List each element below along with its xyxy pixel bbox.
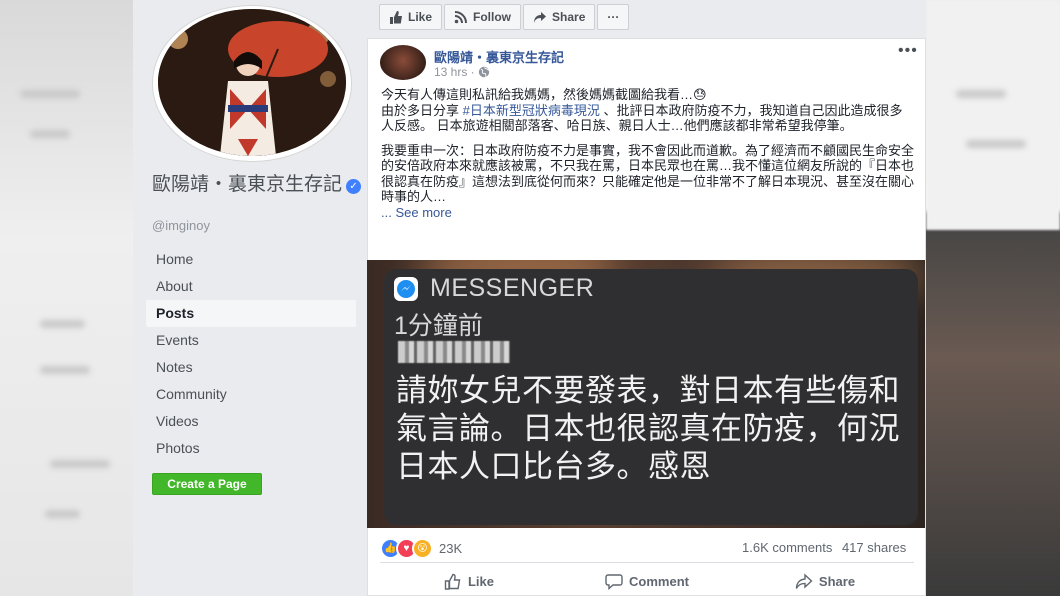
blurred-text [20,90,80,98]
background-right [926,0,1060,596]
nav-item-posts[interactable]: Posts [146,300,356,327]
post-options-icon[interactable]: ••• [898,42,918,60]
post-time-text: 13 hrs · [434,65,475,79]
nav-item-home[interactable]: Home [146,246,356,273]
see-more-link[interactable]: ... See more [381,205,914,221]
blurred-text [45,510,80,518]
post-author-avatar[interactable] [380,45,426,80]
more-options-icon: ··· [607,10,620,24]
rss-follow-icon [454,10,468,23]
notification-time: 1分鐘前 [394,312,483,340]
blurred-text [40,320,85,328]
globe-icon [478,66,490,78]
follow-button[interactable]: Follow [444,4,522,30]
nav-item-notes[interactable]: Notes [146,354,356,381]
profile-picture[interactable] [158,9,346,156]
like-button[interactable]: Like [380,567,558,596]
nav-item-videos[interactable]: Videos [146,408,356,435]
thumbs-up-icon [390,10,402,24]
blurred-text [30,130,70,138]
post-action-bar: Like Comment Share [380,567,914,596]
page-action-bar: Like Follow Share ··· [379,4,631,30]
blurred-sender-name [398,341,510,363]
post-timestamp[interactable]: 13 hrs · [434,65,490,79]
notification-message: 請妳女兒不要發表，對日本有些傷和氣言論。日本也很認真在防疫，何況日本人口比台多。… [396,373,900,484]
share-page-label: Share [552,10,586,24]
messenger-icon [394,277,418,301]
page-handle[interactable]: @imginoy [152,218,210,233]
comments-count-link[interactable]: 1.6K comments [742,540,832,555]
wow-reaction-icon: 😮 [412,538,433,559]
blurred-text [50,460,110,468]
post-stats: 1.6K comments 417 shares [736,540,906,555]
comment-label: Comment [629,574,689,589]
verified-badge-icon: ✓ [346,179,362,194]
share-button[interactable]: Share [736,567,914,596]
nav-item-community[interactable]: Community [146,381,356,408]
reaction-summary[interactable]: 👍 ♥ 😮 23K [380,538,462,559]
post-text-span: 由於多日分享 [381,102,463,118]
background-left [0,0,133,596]
divider [380,562,914,563]
thumbs-up-outline-icon [444,573,461,590]
shares-count-link[interactable]: 417 shares [842,540,906,555]
page-title: 歐陽靖・裏東京生存記 ✓ [152,173,362,196]
post-paragraph: 由於多日分享 #日本新型冠狀病毒現況 、批評日本政府防疫不力，我知道自己因此造成… [381,103,914,134]
like-label: Like [467,574,494,589]
comment-bubble-icon [605,574,623,590]
comment-button[interactable]: Comment [558,567,736,596]
hashtag-link[interactable]: #日本新型冠狀病毒現況 [463,103,600,118]
share-label: Share [818,574,856,589]
share-arrow-icon [534,11,547,23]
post-paragraph: 今天有人傳這則私訊給我媽媽，然後媽媽截圖給我看…😓 [381,87,707,102]
more-options-button[interactable]: ··· [597,4,630,30]
blurred-text [40,366,90,374]
page-title-text: 歐陽靖・裏東京生存記 [152,174,343,195]
nav-item-about[interactable]: About [146,273,356,300]
blurred-region [926,0,1060,230]
nav-item-photos[interactable]: Photos [146,435,356,462]
messenger-bolt-icon [401,285,411,291]
create-page-button[interactable]: Create a Page [152,473,262,495]
post-paragraph: 我要重申一次：日本政府防疫不力是事實，我不會因此而道歉。為了經濟而不顧國民生命安… [381,142,915,205]
nav-item-events[interactable]: Events [146,327,356,354]
blurred-text [956,90,1006,98]
profile-photo-illustration [158,9,346,156]
post-body: 今天有人傳這則私訊給我媽媽，然後媽媽截圖給我看…😓 由於多日分享 #日本新型冠狀… [381,87,914,220]
share-arrow-outline-icon [795,573,813,589]
page-nav: Home About Posts Events Notes Community … [146,246,356,462]
like-page-button[interactable]: Like [379,4,443,30]
follow-label: Follow [473,10,512,24]
like-page-label: Like [408,10,433,24]
share-page-button[interactable]: Share [523,4,596,30]
post-author-name[interactable]: 歐陽靖・裏東京生存記 [434,47,564,66]
reaction-count: 23K [439,541,463,556]
notification-app-name: MESSENGER [430,274,595,302]
blurred-text [966,140,1026,148]
